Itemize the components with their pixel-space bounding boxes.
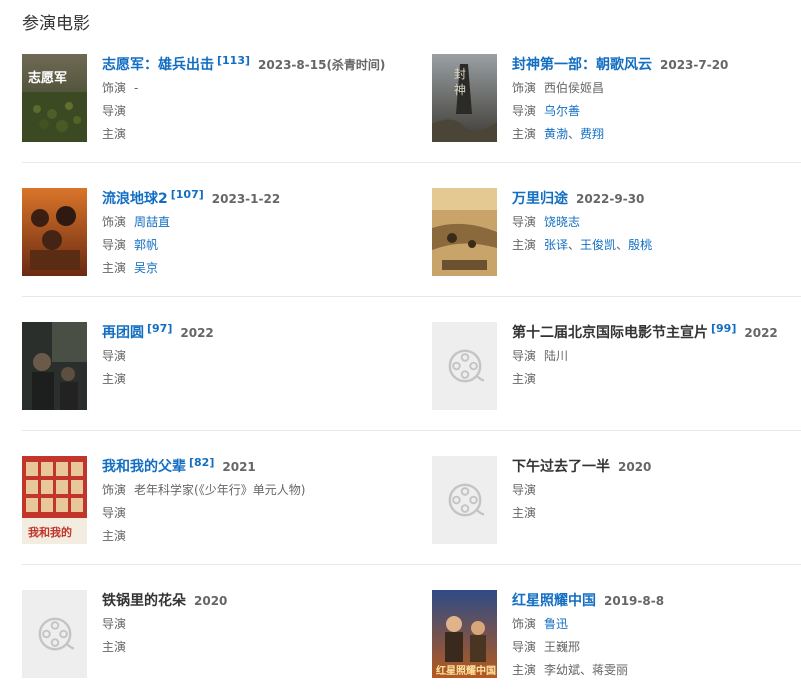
director-link[interactable]: 乌尔善 (544, 104, 580, 118)
filmography-row: 我和我的 我和我的父辈 [82] 2021 饰演 老年科学家(《少年行》单元人物)… (22, 444, 801, 565)
movie-poster-wanliguitu[interactable] (432, 188, 497, 276)
svg-text:封: 封 (454, 67, 466, 81)
release-date: 2022 (180, 326, 214, 340)
citation-ref[interactable]: [113] (217, 49, 250, 72)
film-reel-icon (38, 617, 74, 651)
release-date: 2022 (744, 326, 778, 340)
movie-card: 我和我的 我和我的父辈 [82] 2021 饰演 老年科学家(《少年行》单元人物)… (22, 444, 432, 564)
star-link[interactable]: 吴京 (134, 261, 158, 275)
release-date: 2020 (618, 460, 652, 474)
movie-card: 流浪地球2 [107] 2023-1-22 饰演 周喆直 导演 郭帆 主演 吴京 (22, 176, 432, 296)
star-link[interactable]: 殷桃 (628, 238, 652, 252)
movie-card: 下午过去了一半 2020 导演 主演 (432, 444, 801, 564)
movie-card: 万里归途 2022-9-30 导演 饶晓志 主演 张译、王俊凯、殷桃 (432, 176, 801, 296)
movie-card: 再团圆 [97] 2022 导演 主演 (22, 310, 432, 430)
movie-poster-zaituanyuan[interactable] (22, 322, 87, 410)
section-title: 参演电影 (22, 14, 90, 34)
movie-title-link[interactable]: 志愿军：雄兵出击 (102, 54, 214, 77)
movie-title-link[interactable]: 红星照耀中国 (512, 590, 596, 613)
filmography-grid: 志愿军 志愿军：雄兵出击 [113] 2023-8-15(杀青时间) 饰演 - 导… (22, 42, 801, 699)
movie-title-link[interactable]: 封神第一部：朝歌风云 (512, 54, 652, 77)
filmography-row: 铁锅里的花朵 2020 导演 主演 红星照耀中国 红星照耀中国 2019-8-8… (22, 578, 801, 699)
role-link[interactable]: 鲁迅 (544, 617, 568, 631)
movie-poster-liulangdiqiu2[interactable] (22, 188, 87, 276)
movie-title-link[interactable]: 我和我的父辈 (102, 456, 186, 479)
movie-poster-placeholder[interactable] (432, 322, 497, 410)
movie-card: 第十二届北京国际电影节主宣片 [99] 2022 导演 陆川 主演 (432, 310, 801, 430)
citation-ref[interactable]: [82] (189, 451, 214, 474)
film-reel-icon (448, 483, 484, 517)
citation-ref[interactable]: [107] (171, 183, 204, 206)
svg-text:志愿军: 志愿军 (28, 70, 67, 86)
movie-card: 红星照耀中国 红星照耀中国 2019-8-8 饰演 鲁迅 导演 王巍邢 主演 李幼斌、… (432, 578, 801, 699)
filmography-row: 志愿军 志愿军：雄兵出击 [113] 2023-8-15(杀青时间) 饰演 - 导… (22, 42, 801, 163)
release-date: 2023-1-22 (211, 192, 281, 206)
movie-title-link[interactable]: 流浪地球2 (102, 188, 168, 211)
movie-poster-zhiyuanjun[interactable]: 志愿军 (22, 54, 87, 142)
filmography-row: 流浪地球2 [107] 2023-1-22 饰演周喆直 导演郭帆 主演吴京 (22, 176, 801, 297)
citation-ref[interactable]: [99] (711, 317, 736, 340)
movie-card: 铁锅里的花朵 2020 导演 主演 (22, 578, 432, 699)
svg-text:红星照耀中国: 红星照耀中国 (436, 664, 496, 677)
star-link[interactable]: 张译 (544, 238, 568, 252)
movie-poster-wohewodefubei[interactable]: 我和我的 (22, 456, 87, 544)
star-link[interactable]: 王俊凯 (580, 238, 616, 252)
movie-poster-placeholder[interactable] (432, 456, 497, 544)
movie-title-link[interactable]: 再团圆 (102, 322, 144, 345)
release-date: 2020 (194, 594, 228, 608)
svg-text:我和我的: 我和我的 (28, 525, 72, 539)
release-date: 2023-8-15(杀青时间) (258, 58, 386, 72)
movie-title-link[interactable]: 万里归途 (512, 188, 568, 211)
movie-poster-fengshen[interactable]: 封 神 (432, 54, 497, 142)
movie-card: 封 神 封神第一部：朝歌风云 2023-7-20 饰演 西伯侯姬昌 导演 乌尔善 主… (432, 42, 801, 162)
movie-poster-placeholder[interactable] (22, 590, 87, 678)
movie-title: 铁锅里的花朵 (102, 593, 186, 609)
citation-ref[interactable]: [97] (147, 317, 172, 340)
release-date: 2023-7-20 (660, 58, 729, 72)
film-reel-icon (448, 349, 484, 383)
filmography-row: 再团圆 [97] 2022 导演 主演 第十二届北京国际电影节主宣片 [99] … (22, 310, 801, 431)
director-link[interactable]: 饶晓志 (544, 215, 580, 229)
release-date: 2022-9-30 (576, 192, 645, 206)
director-link[interactable]: 郭帆 (134, 238, 158, 252)
movie-card: 志愿军 志愿军：雄兵出击 [113] 2023-8-15(杀青时间) 饰演 - 导… (22, 42, 432, 162)
movie-poster-hongxingzhaoyao[interactable]: 红星照耀中国 (432, 590, 497, 678)
star-link[interactable]: 费翔 (580, 127, 604, 141)
movie-title: 下午过去了一半 (512, 459, 610, 475)
star-link[interactable]: 黄渤 (544, 127, 568, 141)
role-link[interactable]: 周喆直 (134, 215, 170, 229)
release-date: 2021 (222, 460, 256, 474)
release-date: 2019-8-8 (604, 594, 665, 608)
movie-title: 第十二届北京国际电影节主宣片 (512, 325, 708, 341)
svg-text:神: 神 (454, 83, 466, 97)
